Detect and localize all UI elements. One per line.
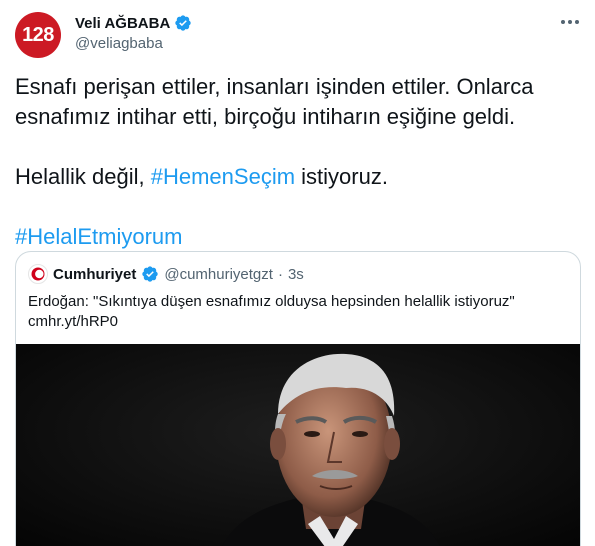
verified-badge-icon [175,15,191,31]
tweet-line-2: esnafımız intihar etti, birçoğu intiharı… [15,104,516,129]
author-avatar[interactable]: 128 [15,12,61,58]
tweet-line-3-before: Helallik değil, [15,164,145,189]
tweet-line-3-after: istiyoruz. [301,164,388,189]
quoted-timestamp[interactable]: 3s [288,266,304,283]
quoted-tweet-text: Erdoğan: "Sıkıntıya düşen esnafımız oldu… [28,292,568,332]
quoted-tweet-header: Cumhuriyet @cumhuriyetgzt · 3s [28,264,304,284]
author-handle[interactable]: @veliagbaba [75,35,192,52]
author-display-name[interactable]: Veli AĞBABA [75,15,170,32]
quoted-tweet-photo[interactable] [16,344,580,546]
author-names: Veli AĞBABA @veliagbaba [75,14,192,52]
quoted-text-line: Erdoğan: "Sıkıntıya düşen esnafımız oldu… [28,293,515,310]
tweet-line-1: Esnafı perişan ettiler, insanları işinde… [15,74,534,99]
display-name-row: Veli AĞBABA [75,14,192,32]
cumhuriyet-logo-icon[interactable] [28,264,48,284]
quoted-separator: · [277,265,283,283]
quoted-tweet[interactable]: Cumhuriyet @cumhuriyetgzt · 3s Erdoğan: … [15,251,581,546]
avatar-text: 128 [22,23,54,46]
hashtag-helaletmiyorum[interactable]: #HelalEtmiyorum [15,224,183,249]
quoted-link[interactable]: cmhr.yt/hRP0 [28,312,568,332]
hashtag-hemensecim[interactable]: #HemenSeçim [151,164,295,189]
tweet-body: Esnafı perişan ettiler, insanları işinde… [15,72,580,252]
quoted-handle[interactable]: @cumhuriyetgzt [164,266,273,283]
more-options-icon[interactable] [560,12,580,32]
quoted-verified-badge-icon [142,266,159,282]
portrait-photo [16,344,580,546]
quoted-display-name[interactable]: Cumhuriyet [53,266,136,283]
more-dots-icon [561,20,579,24]
tweet-header: 128 Veli AĞBABA @veliagbaba [15,10,580,58]
tweet-line-3: Helallik değil, #HemenSeçim istiyoruz. [15,162,580,192]
cumhuriyet-c-icon [31,267,45,281]
